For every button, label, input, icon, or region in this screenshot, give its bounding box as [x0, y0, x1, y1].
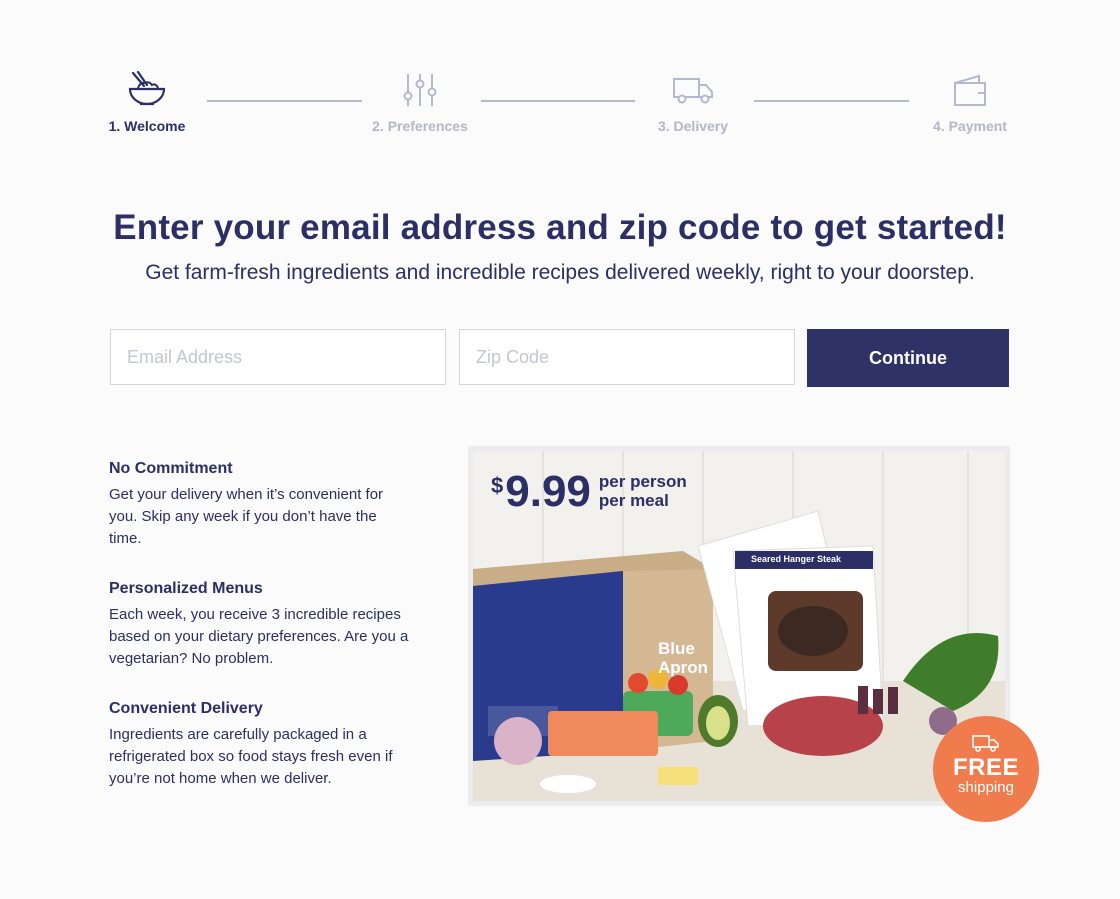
zip-code-field[interactable]: [459, 329, 795, 385]
box-brand-logo: Blue Apron: [658, 639, 708, 677]
truck-icon: [933, 734, 1039, 752]
truck-icon: [623, 70, 763, 110]
feature-text: Each week, you receive 3 incredible reci…: [109, 606, 409, 667]
feature-title: No Commitment: [109, 460, 233, 477]
box-brand-line: Blue: [658, 639, 695, 658]
continue-button[interactable]: Continue: [807, 329, 1009, 387]
sliders-icon: [350, 70, 490, 110]
feature-convenient-delivery: Convenient Delivery Ingredients are care…: [109, 700, 429, 790]
feature-text: Ingredients are carefully packaged in a …: [109, 726, 393, 787]
step-label: 2. Preferences: [372, 118, 468, 134]
box-brand-line: Apron: [658, 658, 709, 677]
badge-title: FREE: [952, 754, 1019, 781]
feature-title: Personalized Menus: [109, 580, 263, 597]
price-unit-line: per person: [598, 472, 687, 491]
progress-stepper: 1. Welcome 2. Preferences 3. Delivery 4.…: [0, 70, 1120, 140]
step-payment: 4. Payment: [900, 70, 1040, 134]
free-shipping-badge: FREE shipping: [933, 716, 1039, 822]
price-unit: per person per meal: [599, 472, 687, 510]
recipe-card-title: Seared Hanger Steak: [751, 554, 842, 564]
step-connector: [481, 100, 635, 102]
promo-image: Blue Apron Seared Hanger Steak $ 9.99 pe…: [468, 446, 1010, 806]
step-connector: [207, 100, 362, 102]
badge-subtitle: shipping: [958, 779, 1014, 796]
price-tag: $ 9.99 per person per meal: [491, 469, 687, 515]
page-subtitle: Get farm-fresh ingredients and incredibl…: [145, 261, 975, 284]
step-label: 3. Delivery: [657, 118, 729, 134]
feature-text: Get your delivery when it’s convenient f…: [109, 486, 384, 547]
step-delivery: 3. Delivery: [623, 70, 763, 134]
step-label: 4. Payment: [933, 118, 1007, 134]
feature-no-commitment: No Commitment Get your delivery when it’…: [109, 460, 429, 550]
feature-title: Convenient Delivery: [109, 700, 263, 717]
price-unit-line: per meal: [598, 491, 669, 510]
wallet-icon: [900, 70, 1040, 110]
feature-personalized-menus: Personalized Menus Each week, you receiv…: [109, 580, 429, 670]
step-welcome: 1. Welcome: [77, 70, 217, 134]
price-currency: $: [491, 473, 504, 498]
price-amount: 9.99: [505, 467, 591, 516]
step-connector: [754, 100, 909, 102]
email-field[interactable]: [110, 329, 446, 385]
bowl-icon: [77, 70, 217, 110]
page-title: Enter your email address and zip code to…: [113, 208, 1007, 247]
step-label: 1. Welcome: [108, 118, 186, 134]
step-preferences: 2. Preferences: [350, 70, 490, 134]
